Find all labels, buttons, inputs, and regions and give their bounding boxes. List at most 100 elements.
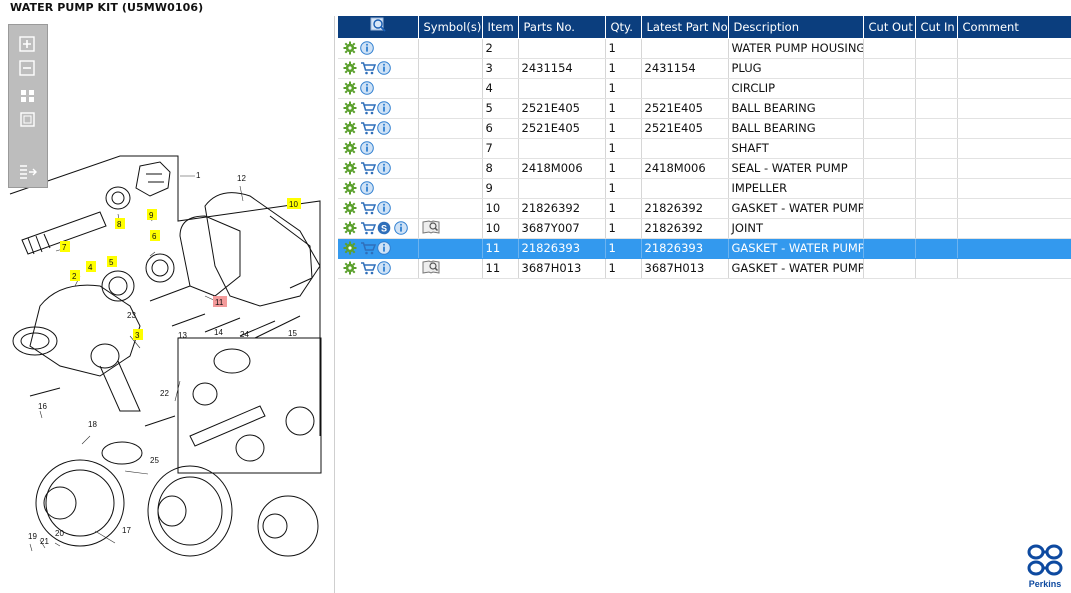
- info-icon[interactable]: [360, 81, 374, 95]
- hub-25: [101, 441, 143, 465]
- gear-icon[interactable]: [343, 41, 357, 55]
- actual-size-icon: [20, 112, 35, 127]
- pulley-right: [257, 495, 319, 557]
- column-header-cut-out[interactable]: Cut Out: [863, 16, 916, 39]
- info-icon[interactable]: [377, 201, 391, 215]
- table-header-row: Symbol(s) Item Parts No. Qty. Latest Par…: [338, 16, 1071, 39]
- row-actions-cell: [338, 78, 419, 99]
- info-icon[interactable]: [377, 241, 391, 255]
- callout-21: 21: [40, 537, 49, 546]
- info-icon[interactable]: [377, 101, 391, 115]
- callout-5: 5: [109, 258, 114, 267]
- gear-icon[interactable]: [343, 81, 357, 95]
- parts-table: Symbol(s) Item Parts No. Qty. Latest Par…: [338, 16, 1071, 279]
- callout-19: 19: [28, 532, 37, 541]
- gear-icon[interactable]: [343, 61, 357, 75]
- table-row[interactable]: 2 1 WATER PUMP HOUSING: [338, 38, 1071, 59]
- column-header-comment[interactable]: Comment: [957, 16, 1071, 39]
- latest-part-no-cell: 3687H013: [641, 258, 729, 279]
- info-icon[interactable]: [360, 41, 374, 55]
- qty-cell: 1: [605, 218, 642, 239]
- exploded-diagram[interactable]: 7 2 4 5 6 8 9 10 3 11 1 12 13 14 24 15 2: [0, 16, 335, 593]
- table-row[interactable]: 9 1 IMPELLER: [338, 178, 1071, 199]
- callout-20: 20: [55, 529, 64, 538]
- info-icon[interactable]: [377, 261, 391, 275]
- symbol-cell[interactable]: [418, 258, 483, 279]
- table-row[interactable]: S 10 3687Y007 1 21826392 JOINT: [338, 218, 1071, 239]
- book-search-icon[interactable]: [422, 219, 439, 234]
- qty-cell: 1: [605, 178, 642, 199]
- symbol-cell: [418, 238, 483, 259]
- description-cell: CIRCLIP: [728, 78, 864, 99]
- s-badge-icon[interactable]: S: [377, 221, 391, 235]
- export-button[interactable]: [18, 163, 38, 181]
- table-row[interactable]: 4 1 CIRCLIP: [338, 78, 1071, 99]
- zoom-toolbar: [8, 24, 48, 188]
- table-row[interactable]: 10 21826392 1 21826392 GASKET - WATER PUMP: [338, 198, 1071, 219]
- fit-page-button[interactable]: [18, 87, 38, 105]
- column-header-latest-part-no[interactable]: Latest Part No.: [641, 16, 729, 39]
- column-header-qty[interactable]: Qty.: [605, 16, 642, 39]
- callout-18: 18: [88, 420, 97, 429]
- column-header-parts-no[interactable]: Parts No.: [518, 16, 606, 39]
- cut-in-cell: [915, 138, 958, 159]
- description-cell: GASKET - WATER PUMP: [728, 198, 864, 219]
- column-header-item[interactable]: Item: [482, 16, 519, 39]
- latest-part-no-cell: 21826393: [641, 238, 729, 259]
- zoom-in-button[interactable]: [18, 35, 38, 53]
- gear-icon[interactable]: [343, 161, 357, 175]
- parts-no-cell: 2431154: [518, 58, 606, 79]
- qty-cell: 1: [605, 58, 642, 79]
- table-row[interactable]: 11 21826393 1 21826393 GASKET - WATER PUMP: [338, 238, 1071, 259]
- item-cell: 4: [482, 78, 519, 99]
- column-header-description[interactable]: Description: [728, 16, 864, 39]
- cart-icon[interactable]: [360, 101, 376, 115]
- parts-no-cell: 3687Y007: [518, 218, 606, 239]
- diagram-pane[interactable]: 7 2 4 5 6 8 9 10 3 11 1 12 13 14 24 15 2: [0, 16, 335, 593]
- item-cell: 9: [482, 178, 519, 199]
- cart-icon[interactable]: [360, 241, 376, 255]
- actual-size-button[interactable]: [18, 111, 38, 129]
- table-row[interactable]: 8 2418M006 1 2418M006 SEAL - WATER PUMP: [338, 158, 1071, 179]
- callout-2: 2: [72, 272, 77, 281]
- column-header-symbols[interactable]: Symbol(s): [418, 16, 483, 39]
- column-header-cut-in[interactable]: Cut In: [915, 16, 958, 39]
- gear-icon[interactable]: [343, 201, 357, 215]
- table-row[interactable]: 5 2521E405 1 2521E405 BALL BEARING: [338, 98, 1071, 119]
- cart-icon[interactable]: [360, 161, 376, 175]
- callout-3: 3: [135, 331, 140, 340]
- table-row[interactable]: 7 1 SHAFT: [338, 138, 1071, 159]
- callout-17: 17: [122, 526, 131, 535]
- cart-icon[interactable]: [360, 121, 376, 135]
- info-icon[interactable]: [394, 221, 408, 235]
- item-cell: 7: [482, 138, 519, 159]
- table-row[interactable]: 11 3687H013 1 3687H013 GASKET - WATER PUMP: [338, 258, 1071, 279]
- cut-out-cell: [863, 218, 916, 239]
- cart-icon[interactable]: [360, 201, 376, 215]
- table-row[interactable]: 6 2521E405 1 2521E405 BALL BEARING: [338, 118, 1071, 139]
- zoom-out-button[interactable]: [18, 59, 38, 77]
- book-search-icon[interactable]: [422, 259, 439, 274]
- cut-out-cell: [863, 178, 916, 199]
- cart-icon[interactable]: [360, 261, 376, 275]
- symbol-cell[interactable]: [418, 218, 483, 239]
- gear-icon[interactable]: [343, 121, 357, 135]
- info-icon[interactable]: [377, 161, 391, 175]
- cart-icon[interactable]: [360, 221, 376, 235]
- info-icon[interactable]: [360, 181, 374, 195]
- description-cell: IMPELLER: [728, 178, 864, 199]
- gear-icon[interactable]: [343, 261, 357, 275]
- column-header-search[interactable]: [338, 16, 419, 39]
- cart-icon[interactable]: [360, 61, 376, 75]
- cut-in-cell: [915, 38, 958, 59]
- gear-icon[interactable]: [343, 241, 357, 255]
- gear-icon[interactable]: [343, 221, 357, 235]
- gear-icon[interactable]: [343, 101, 357, 115]
- callout-12: 12: [237, 174, 246, 183]
- gear-icon[interactable]: [343, 181, 357, 195]
- info-icon[interactable]: [377, 61, 391, 75]
- gear-icon[interactable]: [343, 141, 357, 155]
- info-icon[interactable]: [377, 121, 391, 135]
- info-icon[interactable]: [360, 141, 374, 155]
- table-row[interactable]: 3 2431154 1 2431154 PLUG: [338, 58, 1071, 79]
